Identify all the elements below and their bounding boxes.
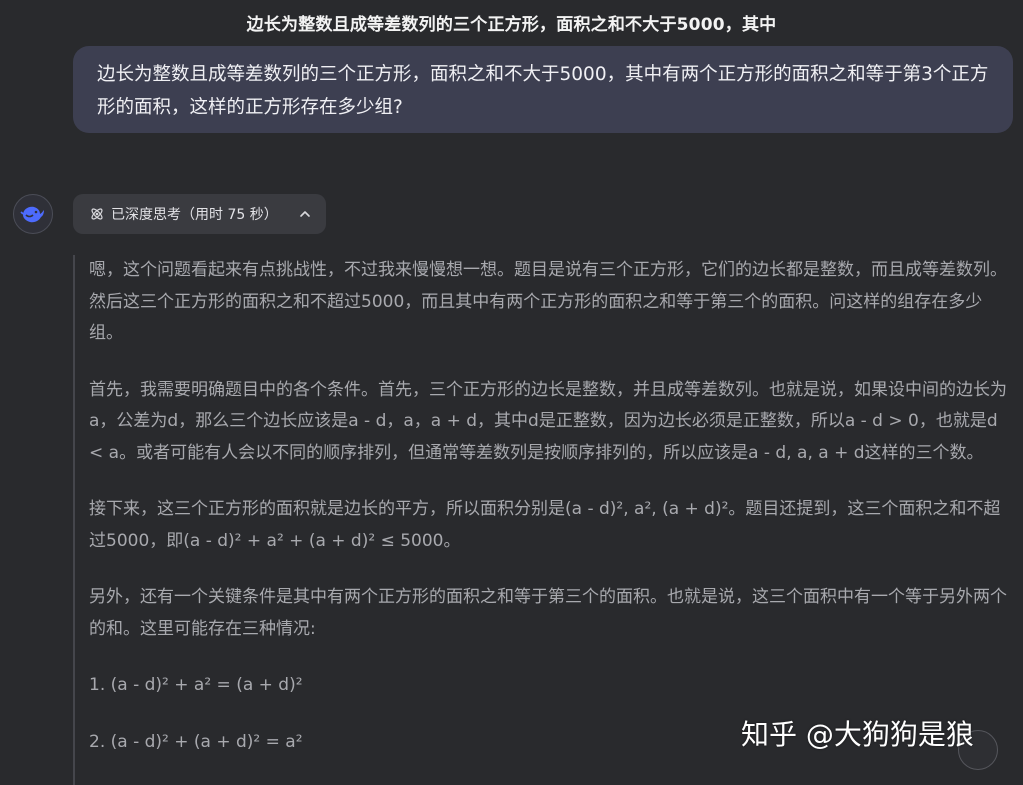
whale-logo-icon [20,203,46,225]
chevron-up-icon [298,207,312,221]
thought-content: 嗯，这个问题看起来有点挑战性，不过我来慢慢想一想。题目是说有三个正方形，它们的边… [73,255,1013,785]
thought-paragraph: 另外，还有一个关键条件是其中有两个正方形的面积之和等于第三个的面积。也就是说，这… [89,587,1007,639]
chat-title: 边长为整数且成等差数列的三个正方形，面积之和不大于5000，其中 [246,14,777,35]
thought-paragraph: 1. (a - d)² + a² = (a + d)² [89,675,303,695]
thought-paragraph: 接下来，这三个正方形的面积就是边长的平方，所以面积分别是(a - d)², a²… [89,499,1001,551]
deep-thinking-label: 已深度思考（用时 75 秒） [111,207,278,223]
watermark: 知乎 @大狗狗是狼 [741,718,974,751]
thought-paragraph: 嗯，这个问题看起来有点挑战性，不过我来慢慢想一想。题目是说有三个正方形，它们的边… [89,260,1007,343]
chat-header: 边长为整数且成等差数列的三个正方形，面积之和不大于5000，其中 [0,0,1023,44]
user-message-bubble: 边长为整数且成等差数列的三个正方形，面积之和不大于5000，其中有两个正方形的面… [73,46,1013,133]
assistant-avatar [13,194,53,234]
user-message-text: 边长为整数且成等差数列的三个正方形，面积之和不大于5000，其中有两个正方形的面… [97,64,989,118]
deep-thinking-toggle[interactable]: 已深度思考（用时 75 秒） [73,194,326,234]
atom-icon [89,206,105,222]
thought-paragraph: 首先，我需要明确题目中的各个条件。首先，三个正方形的边长是整数，并且成等差数列。… [89,379,1007,463]
